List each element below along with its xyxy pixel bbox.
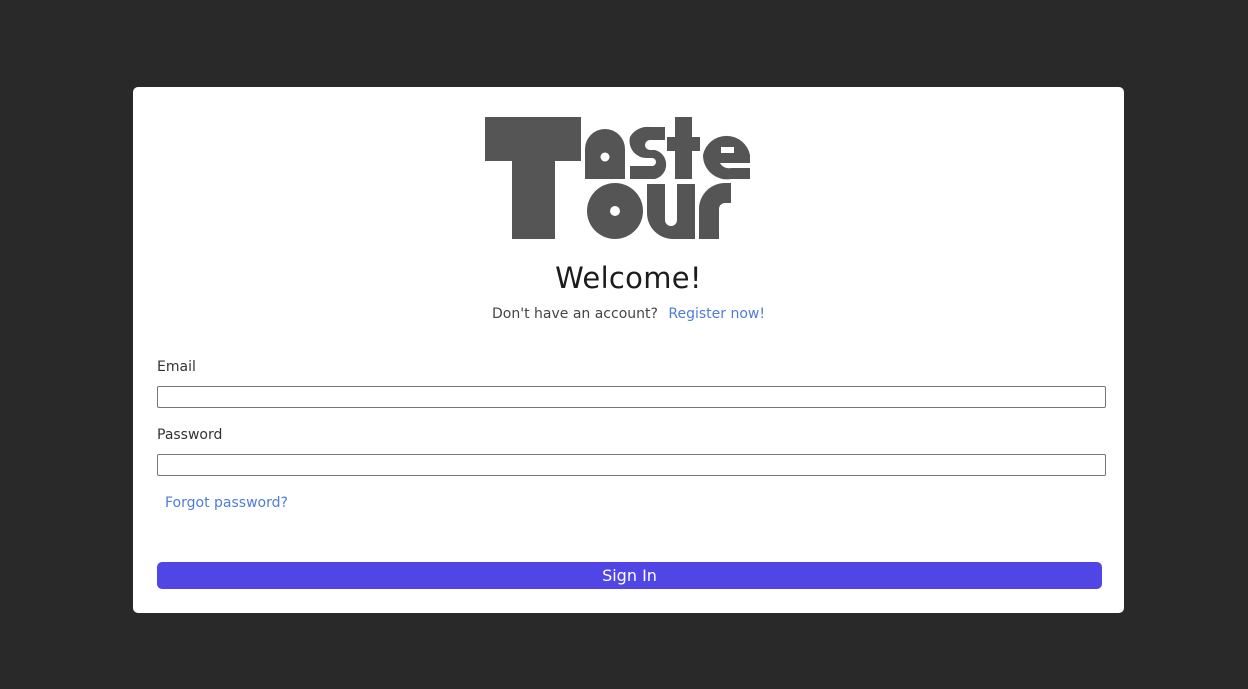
email-label: Email <box>157 359 196 375</box>
forgot-password-link[interactable]: Forgot password? <box>165 495 288 511</box>
no-account-text: Don't have an account? <box>492 306 658 322</box>
welcome-heading: Welcome! <box>555 261 702 295</box>
login-card: Welcome! Don't have an account? Register… <box>133 87 1124 613</box>
password-label: Password <box>157 427 223 443</box>
sign-in-button[interactable]: Sign In <box>157 562 1102 589</box>
register-link[interactable]: Register now! <box>668 306 765 322</box>
taste-tour-logo <box>485 117 750 239</box>
register-prompt: Don't have an account? Register now! <box>133 306 1124 322</box>
password-input[interactable] <box>157 454 1106 476</box>
email-input[interactable] <box>157 386 1106 408</box>
